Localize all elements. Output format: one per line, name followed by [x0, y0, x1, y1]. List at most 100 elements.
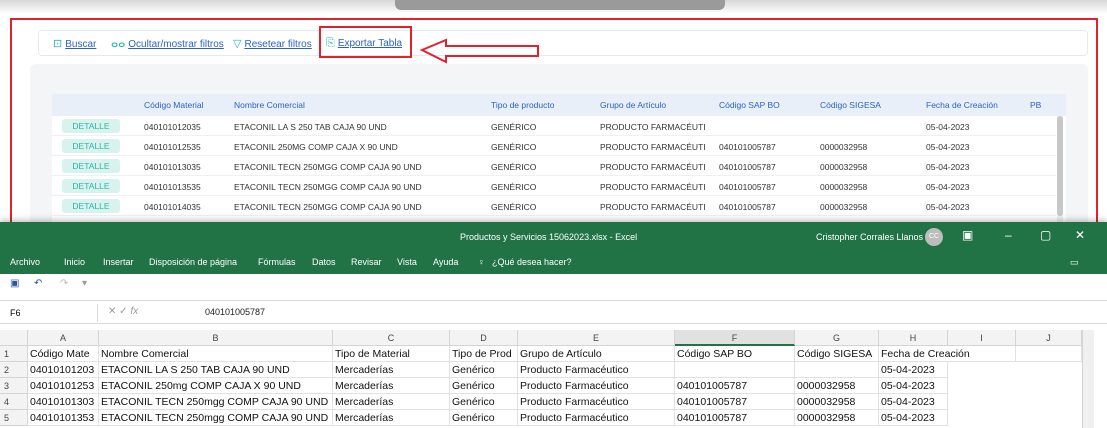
sheet-cell[interactable]: 05-04-2023	[879, 378, 948, 394]
sheet-cell[interactable]: 05-04-2023	[879, 410, 948, 426]
grid-header-cell[interactable]: Nombre Comercial	[234, 100, 305, 110]
sheet-cell[interactable]: Mercaderías	[333, 410, 450, 426]
sheet-cell[interactable]: Mercaderías	[333, 394, 450, 410]
ribbon-tab[interactable]: Ayuda	[433, 257, 458, 267]
grid-header-cell[interactable]: Tipo de producto	[491, 100, 554, 110]
sheet-cell[interactable]: ETACONIL 250mg COMP CAJA X 90 UND	[99, 378, 333, 394]
sheet-cell[interactable]: 04010101353	[28, 410, 99, 426]
sheet-cell[interactable]: Genérico	[450, 394, 518, 410]
save-icon[interactable]: ▣	[10, 278, 19, 289]
ribbon-tab[interactable]: Vista	[397, 257, 417, 267]
sheet-cell[interactable]: Genérico	[450, 410, 518, 426]
ribbon-tab[interactable]: Inicio	[64, 257, 85, 267]
reset-filters-button[interactable]: ▽ Resetear filtros	[233, 37, 312, 50]
sheet-cell[interactable]: 05-04-2023	[879, 394, 948, 410]
sheet-cell[interactable]: Mercaderías	[333, 378, 450, 394]
sheet-cell[interactable]: 0000032958	[795, 410, 879, 426]
grid-header-cell[interactable]: Grupo de Artículo	[600, 100, 666, 110]
sheet-scrollbar[interactable]	[1082, 330, 1094, 428]
sheet-cell[interactable]: Producto Farmacéutico	[518, 378, 675, 394]
sheet-cell[interactable]: Genérico	[450, 362, 518, 378]
sheet-cell[interactable]: Genérico	[450, 378, 518, 394]
sheet-cell[interactable]: 05-04-2023	[879, 362, 948, 378]
column-header[interactable]: G	[795, 330, 879, 346]
grid-header-cell[interactable]: Código SIGESA	[820, 100, 881, 110]
search-button[interactable]: ⊡ Buscar	[53, 37, 96, 50]
column-header[interactable]: H	[879, 330, 948, 346]
sheet-cell[interactable]: 0000032958	[795, 394, 879, 410]
column-header[interactable]: B	[99, 330, 333, 346]
grid-header-cell[interactable]: Código SAP BO	[719, 100, 780, 110]
column-header[interactable]: I	[948, 330, 1016, 346]
sheet-cell[interactable]	[795, 362, 879, 378]
sheet-cell[interactable]: Código SIGESA	[795, 346, 879, 362]
ribbon-tab[interactable]: Disposición de página	[149, 257, 237, 267]
grid-scroll-thumb[interactable]	[1057, 116, 1063, 216]
detail-button[interactable]: DETALLE	[62, 119, 120, 133]
sheet-cell[interactable]: ETACONIL TECN 250mgg COMP CAJA 90 UND	[99, 394, 333, 410]
toggle-filters-button[interactable]: ⴰⴰ Ocultar/mostrar filtros	[111, 37, 224, 50]
select-all-corner[interactable]	[0, 330, 28, 346]
row-header[interactable]: 1	[0, 346, 28, 362]
column-header[interactable]: F	[675, 330, 795, 346]
close-icon[interactable]: ✕	[1075, 228, 1085, 242]
detail-button[interactable]: DETALLE	[62, 179, 120, 193]
grid-scrollbar[interactable]	[1057, 116, 1063, 224]
redo-icon[interactable]: ↷	[60, 278, 68, 289]
column-header[interactable]: E	[518, 330, 675, 346]
sheet-cell[interactable]: Tipo de Material	[333, 346, 450, 362]
sheet-cell[interactable]: Fecha de Creación	[879, 346, 1016, 362]
grid-header-cell[interactable]: Código Material	[144, 100, 204, 110]
column-header[interactable]: C	[333, 330, 450, 346]
sheet-cell[interactable]: ETACONIL LA S 250 TAB CAJA 90 UND	[99, 362, 333, 378]
user-name[interactable]: Cristopher Corrales Llanos	[816, 232, 923, 242]
ribbon-display-icon[interactable]: ▣	[962, 228, 973, 242]
undo-icon[interactable]: ↶	[34, 278, 42, 289]
sheet-cell[interactable]: 040101005787	[675, 378, 795, 394]
sheet-cell[interactable]: 04010101303	[28, 394, 99, 410]
sheet-cell[interactable]: Mercaderías	[333, 362, 450, 378]
sheet-cell[interactable]: Código SAP BO	[675, 346, 795, 362]
column-header[interactable]: J	[1016, 330, 1082, 346]
sheet-cell[interactable]: Grupo de Artículo	[518, 346, 675, 362]
ribbon-tab[interactable]: Datos	[312, 257, 336, 267]
detail-button[interactable]: DETALLE	[62, 159, 120, 173]
row-header[interactable]: 2	[0, 362, 28, 378]
avatar[interactable]: CC	[925, 228, 943, 246]
sheet-cell[interactable]: Producto Farmacéutico	[518, 410, 675, 426]
sheet-cell[interactable]	[1016, 346, 1082, 362]
detail-button[interactable]: DETALLE	[62, 139, 120, 153]
sheet-cell[interactable]: 04010101203	[28, 362, 99, 378]
sheet-cell[interactable]: Nombre Comercial	[99, 346, 333, 362]
customize-icon[interactable]: ▾	[82, 278, 87, 289]
sheet-cell[interactable]: 040101005787	[675, 394, 795, 410]
grid-header-cell[interactable]: Fecha de Creación	[926, 100, 998, 110]
ribbon-tab[interactable]: Revisar	[351, 257, 382, 267]
column-header[interactable]: A	[28, 330, 99, 346]
sheet-cell[interactable]: Producto Farmacéutico	[518, 394, 675, 410]
minimize-icon[interactable]: –	[1005, 228, 1012, 242]
name-box[interactable]: F6	[0, 304, 98, 322]
ribbon-tab[interactable]: Archivo	[10, 257, 40, 267]
sheet-cell[interactable]: Producto Farmacéutico	[518, 362, 675, 378]
comments-icon[interactable]: ▭	[1070, 257, 1079, 268]
row-header[interactable]: 3	[0, 378, 28, 394]
grid-header-cell[interactable]: PB	[1030, 100, 1041, 110]
sheet-cell[interactable]: Tipo de Prod	[450, 346, 518, 362]
sheet-cell[interactable]: Código Mate	[28, 346, 99, 362]
sheet-cell[interactable]: 040101005787	[675, 410, 795, 426]
detail-button[interactable]: DETALLE	[62, 199, 120, 213]
formula-input[interactable]: 040101005787	[205, 307, 265, 317]
tell-me-input[interactable]: ¿Qué desea hacer?	[492, 257, 572, 267]
row-header[interactable]: 5	[0, 410, 28, 426]
sheet-cell[interactable]: 04010101253	[28, 378, 99, 394]
row-header[interactable]: 4	[0, 394, 28, 410]
ribbon-tab[interactable]: Insertar	[103, 257, 134, 267]
sheet-cell[interactable]	[675, 362, 795, 378]
column-header[interactable]: D	[450, 330, 518, 346]
table-row: DETALLE 040101013535 ETACONIL TECN 250MG…	[52, 176, 1056, 196]
maximize-icon[interactable]: ▢	[1040, 228, 1051, 242]
sheet-cell[interactable]: ETACONIL TECN 250mgg COMP CAJA 90 UND	[99, 410, 333, 426]
sheet-cell[interactable]: 0000032958	[795, 378, 879, 394]
ribbon-tab[interactable]: Fórmulas	[258, 257, 296, 267]
